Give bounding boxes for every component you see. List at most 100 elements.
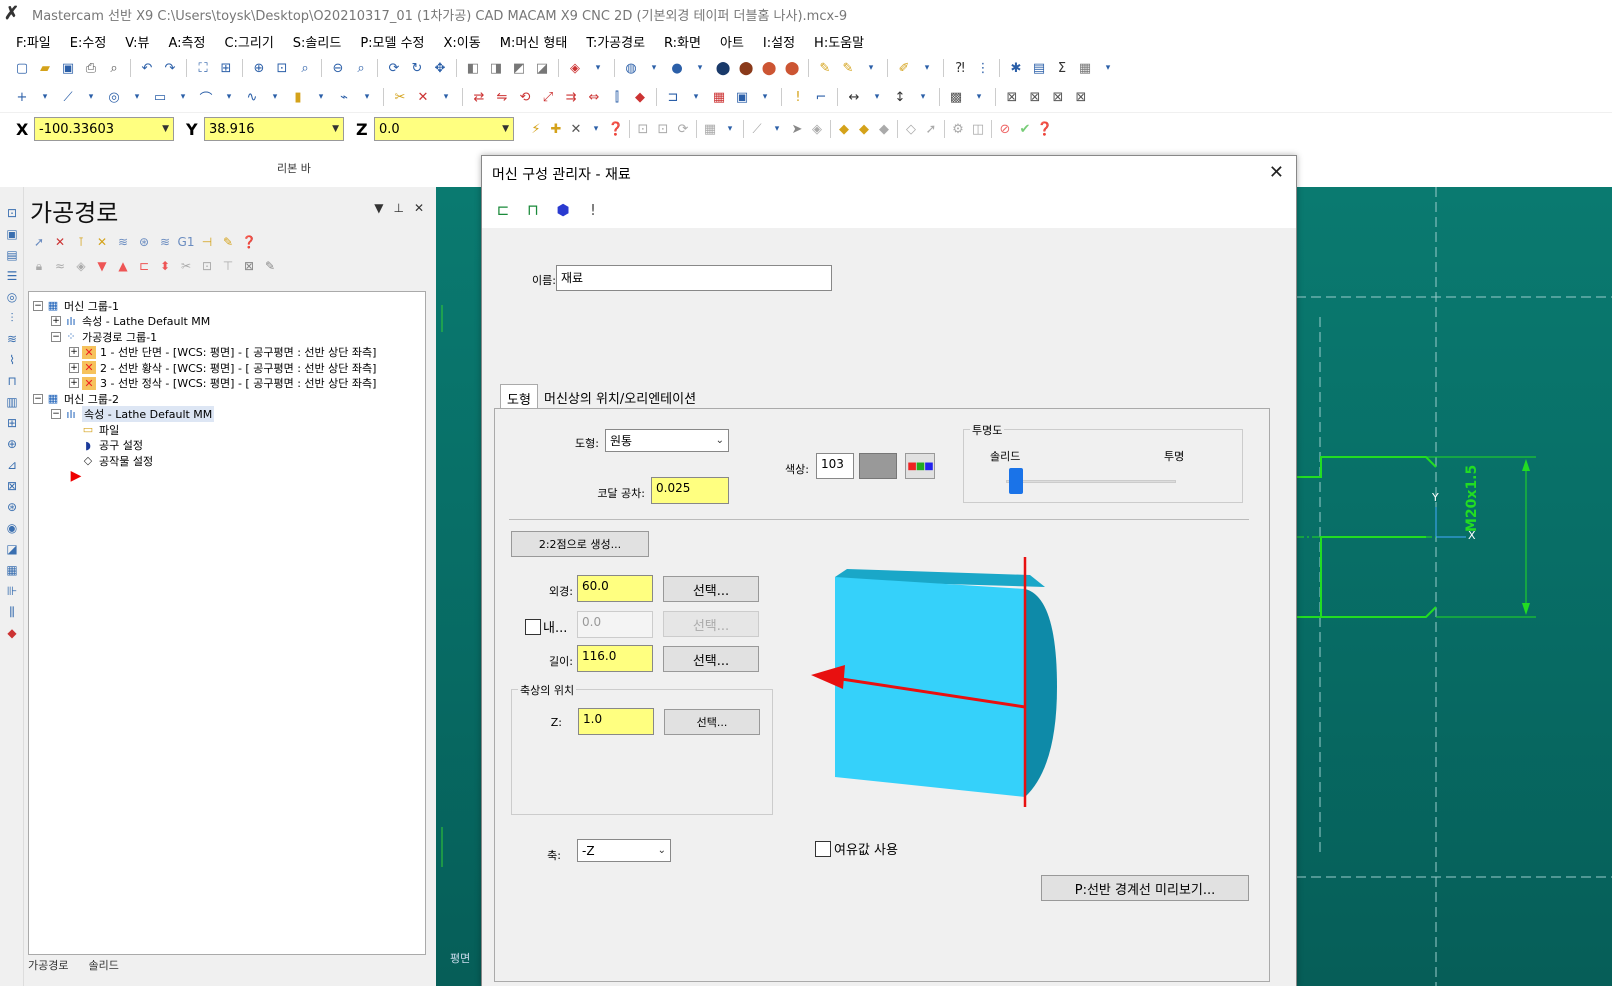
print-icon[interactable]: ⎙	[81, 58, 101, 78]
point-icon[interactable]: +	[12, 87, 32, 107]
spline-icon[interactable]: ∿	[242, 87, 262, 107]
backplot-icon[interactable]: ◫	[968, 119, 988, 139]
group-icon[interactable]: ▣	[732, 87, 752, 107]
menu-toolpaths[interactable]: T:가공경로	[584, 30, 647, 53]
color-field[interactable]: 103	[816, 453, 854, 479]
lathe-stock-icon[interactable]: ▥	[4, 394, 20, 410]
dropdown-icon[interactable]: ▾	[720, 119, 740, 139]
trim-icon[interactable]: ✂	[390, 87, 410, 107]
tree-node[interactable]: + ✕ 2 - 선반 황삭 - [WCS: 평면] - [ 공구평면 : 선반 상단…	[33, 360, 421, 376]
lathe-drill-icon[interactable]: ⫶	[4, 310, 20, 326]
select-window-icon[interactable]: ⊡	[653, 119, 673, 139]
tree-node[interactable]: + ✕ 3 - 선반 정삭 - [WCS: 평면] - [ 공구평면 : 선반 상단…	[33, 376, 421, 392]
redo-icon[interactable]: ↷	[160, 58, 180, 78]
lathe-tailstock-icon[interactable]: ⊪	[4, 583, 20, 599]
lathe-boundary-preview-button[interactable]: P:선반 경계선 미리보기...	[1041, 875, 1249, 901]
y-coord-input[interactable]: 38.916 ▼	[204, 117, 344, 141]
lathe-plunge-icon[interactable]: ◉	[4, 520, 20, 536]
tree-node[interactable]: − ılı 속성 - Lathe Default MM	[33, 406, 421, 423]
verify-ops-icon[interactable]: ⊛	[135, 233, 153, 251]
lathe-dynamic-icon[interactable]: ⊛	[4, 499, 20, 515]
sum-icon[interactable]: Σ	[1052, 58, 1072, 78]
tool-holder-icon[interactable]: !	[582, 199, 604, 221]
lathe-pattern-icon[interactable]: ▦	[4, 562, 20, 578]
move-up-icon[interactable]: ▲	[114, 257, 132, 275]
cylinder-icon[interactable]: ▮	[288, 87, 308, 107]
chevron-down-icon[interactable]: ▼	[332, 124, 339, 134]
lathe-face-icon[interactable]: ◎	[4, 289, 20, 305]
select-area-icon[interactable]: ⟳	[673, 119, 693, 139]
expand-icon[interactable]: +	[69, 378, 79, 389]
dropdown-icon[interactable]: ▾	[588, 58, 608, 78]
xform-mirror-icon[interactable]: ⇋	[492, 87, 512, 107]
help-query-icon[interactable]: ⁈	[950, 58, 970, 78]
xform-stretch-icon[interactable]: ⇔	[584, 87, 604, 107]
config-icon[interactable]: ▤	[1029, 58, 1049, 78]
name-field[interactable]: 재료	[556, 265, 832, 291]
rectangle-icon[interactable]: ▭	[150, 87, 170, 107]
transparency-slider-thumb[interactable]	[1008, 468, 1023, 494]
dropdown-icon[interactable]: ▾	[311, 87, 331, 107]
measure-icon[interactable]: ✎	[815, 58, 835, 78]
machine-component-icon[interactable]: ⊏	[492, 199, 514, 221]
view-iso-icon[interactable]: ◪	[532, 58, 552, 78]
pointer-icon[interactable]: ➤	[787, 119, 807, 139]
dropdown-icon[interactable]: ▾	[917, 58, 937, 78]
simulate-ops-icon[interactable]: ≋	[156, 233, 174, 251]
dimension-vertical-icon[interactable]: ↕	[890, 87, 910, 107]
xform-project-icon[interactable]: ◆	[630, 87, 650, 107]
chevron-down-icon[interactable]: ⌄	[658, 845, 666, 856]
axis-select[interactable]: -Z ⌄	[577, 839, 671, 862]
lathe-contour-icon[interactable]: ◪	[4, 541, 20, 557]
move-down-icon[interactable]: ▼	[93, 257, 111, 275]
menu-model-prep[interactable]: P:모델 수정	[358, 30, 426, 53]
save-icon[interactable]: ▣	[58, 58, 78, 78]
insert-arrow[interactable]: ▶	[33, 469, 421, 485]
x-coord-input[interactable]: -100.33603 ▼	[34, 117, 174, 141]
dropdown-icon[interactable]: ▾	[127, 87, 147, 107]
zoom-in-icon[interactable]: ⌕	[295, 58, 315, 78]
outer-diameter-select-button[interactable]: 선택...	[663, 576, 759, 602]
chevron-down-icon[interactable]: ⌄	[716, 435, 724, 446]
menu-view[interactable]: V:뷰	[123, 30, 151, 53]
solids-manager-icon[interactable]: ▣	[4, 226, 20, 242]
unzoom-icon[interactable]: ⊖	[328, 58, 348, 78]
translucent-icon[interactable]: ⬤	[759, 58, 779, 78]
shaded-icon[interactable]: ●	[667, 58, 687, 78]
autocursor-icon[interactable]: ✚	[546, 119, 566, 139]
tab-solids[interactable]: 솔리드	[88, 957, 118, 973]
close-icon[interactable]: ✕	[1269, 162, 1284, 183]
chevron-down-icon[interactable]: ▼	[374, 201, 383, 215]
select-chain-icon[interactable]: ⊡	[633, 119, 653, 139]
dropdown-icon[interactable]: ▾	[690, 58, 710, 78]
collapse-icon[interactable]: −	[33, 300, 43, 311]
cursor-settings-icon[interactable]: ✕	[566, 119, 586, 139]
only-display-icon[interactable]: ⊡	[198, 257, 216, 275]
xform-scale-icon[interactable]: ⤢	[538, 87, 558, 107]
dropdown-icon[interactable]: ▾	[173, 87, 193, 107]
lathe-tool-icon[interactable]: ⊠	[1002, 87, 1022, 107]
circle-icon[interactable]: ◎	[104, 87, 124, 107]
lathe-misc-icon[interactable]: ⊠	[4, 478, 20, 494]
transparency-slider-track[interactable]	[1006, 480, 1176, 483]
note-icon[interactable]: !	[788, 87, 808, 107]
solid-body-icon[interactable]: ◆	[854, 119, 874, 139]
menu-edit[interactable]: E:수정	[68, 30, 109, 53]
inner-diameter-checkbox[interactable]	[525, 619, 541, 635]
wireframe-icon[interactable]: ◍	[621, 58, 641, 78]
section-view-icon[interactable]: ⬤	[782, 58, 802, 78]
tree-node[interactable]: − ▦ 머신 그룹-1	[33, 298, 421, 314]
menu-help[interactable]: H:도움말	[812, 30, 866, 53]
dropdown-icon[interactable]: ▾	[586, 119, 606, 139]
lathe-rough-icon[interactable]: ⊠	[1025, 87, 1045, 107]
xform-rotate-icon[interactable]: ⟲	[515, 87, 535, 107]
tree-node[interactable]: − ⁘ 가공경로 그룹-1	[33, 329, 421, 345]
dropdown-icon[interactable]: ▾	[81, 87, 101, 107]
menu-screen[interactable]: R:화면	[662, 30, 703, 53]
toolpath-manager-icon[interactable]: ⊡	[4, 205, 20, 221]
zoom-target-icon[interactable]: ⊕	[249, 58, 269, 78]
lathe-groove-icon[interactable]: ⊓	[4, 373, 20, 389]
new-file-icon[interactable]: ▢	[12, 58, 32, 78]
z-position-select-button[interactable]: 선택...	[664, 709, 760, 735]
fit-screen-icon[interactable]: ⛶	[193, 58, 213, 78]
